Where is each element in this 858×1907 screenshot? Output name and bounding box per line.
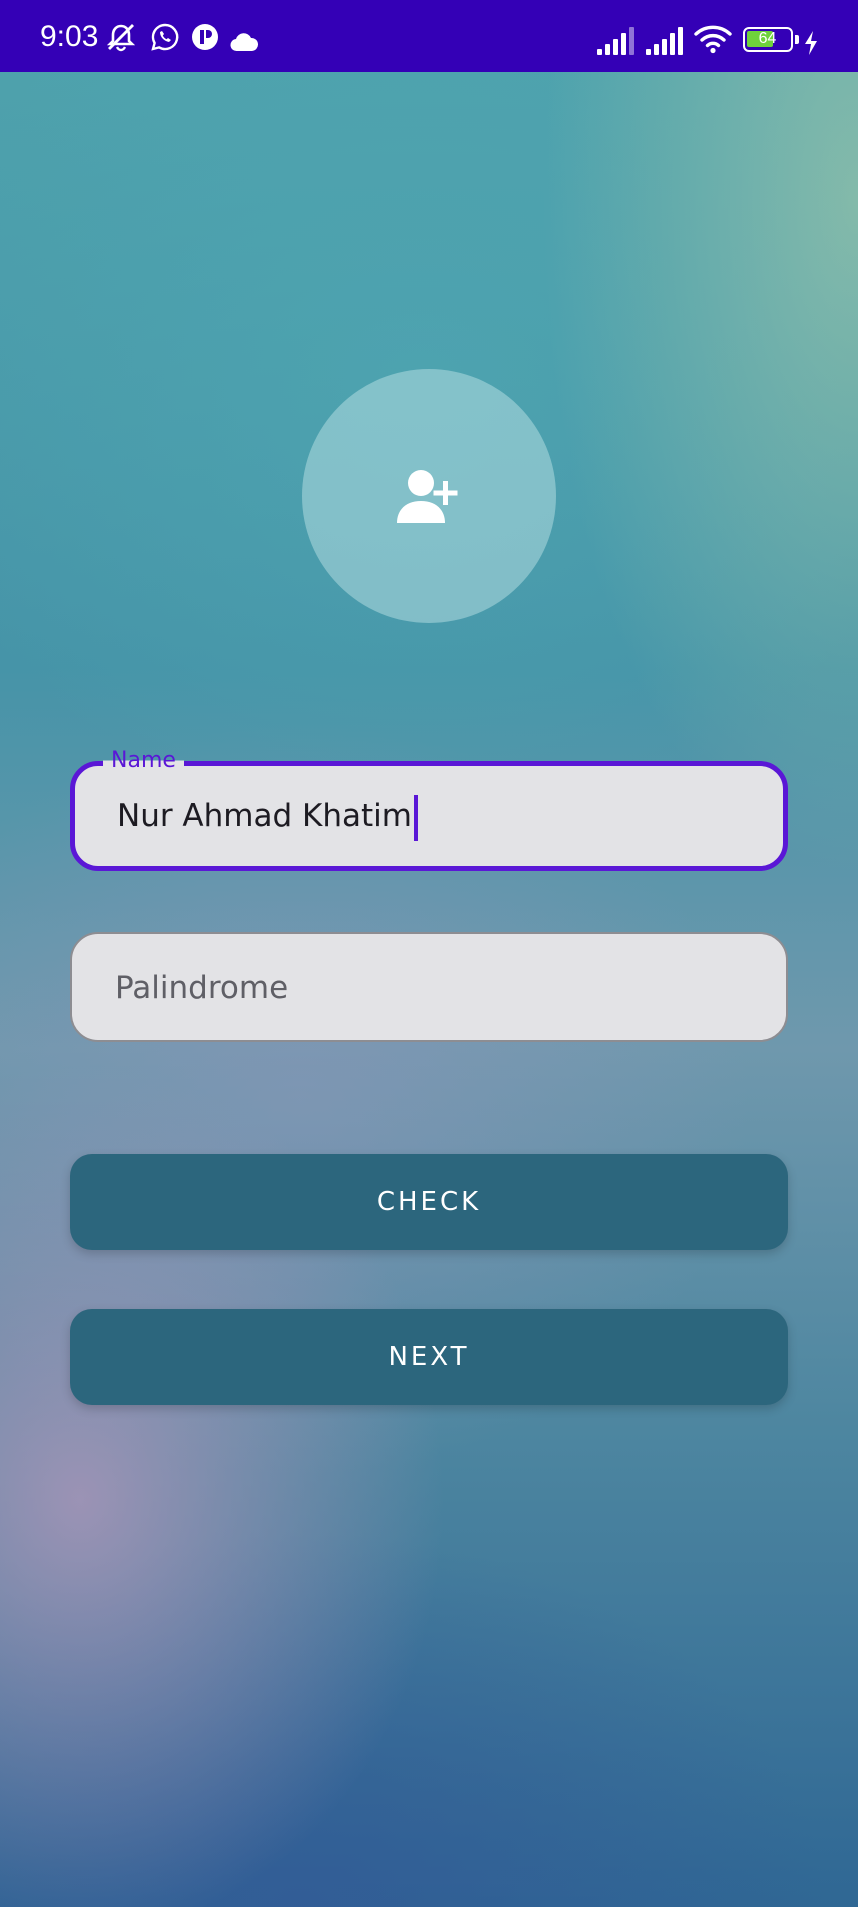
next-button-label: NEXT (388, 1342, 470, 1372)
name-field-value-wrap: Nur Ahmad Khatim (117, 794, 418, 841)
next-button[interactable]: NEXT (70, 1309, 788, 1405)
name-field[interactable]: Name Nur Ahmad Khatim (70, 748, 788, 871)
check-button[interactable]: CHECK (70, 1154, 788, 1250)
signal-icon (646, 27, 683, 55)
palindrome-field-placeholder: Palindrome (115, 970, 289, 1006)
status-bar: 9:03 64 (0, 0, 858, 72)
muted-bell-icon (106, 24, 136, 52)
whatsapp-icon (151, 23, 179, 51)
add-user-icon (397, 470, 458, 523)
cloud-icon (230, 33, 259, 52)
add-profile-photo-button[interactable] (302, 369, 556, 623)
app-notification-icon (192, 24, 218, 50)
text-cursor (413, 794, 418, 841)
palindrome-field[interactable]: Palindrome (70, 932, 788, 1042)
status-time: 9:03 (40, 20, 99, 53)
wifi-icon (694, 25, 732, 54)
check-button-label: CHECK (376, 1187, 482, 1217)
battery-level: 64 (758, 30, 777, 47)
screen: 9:03 64 Name Nur Ahmad Khatim Palindrome… (0, 0, 858, 1907)
signal-icon (597, 27, 634, 55)
name-field-value: Nur Ahmad Khatim (117, 798, 412, 834)
charging-bolt-icon (805, 31, 817, 55)
name-field-label: Name (103, 748, 184, 774)
battery-icon: 64 (743, 27, 799, 52)
